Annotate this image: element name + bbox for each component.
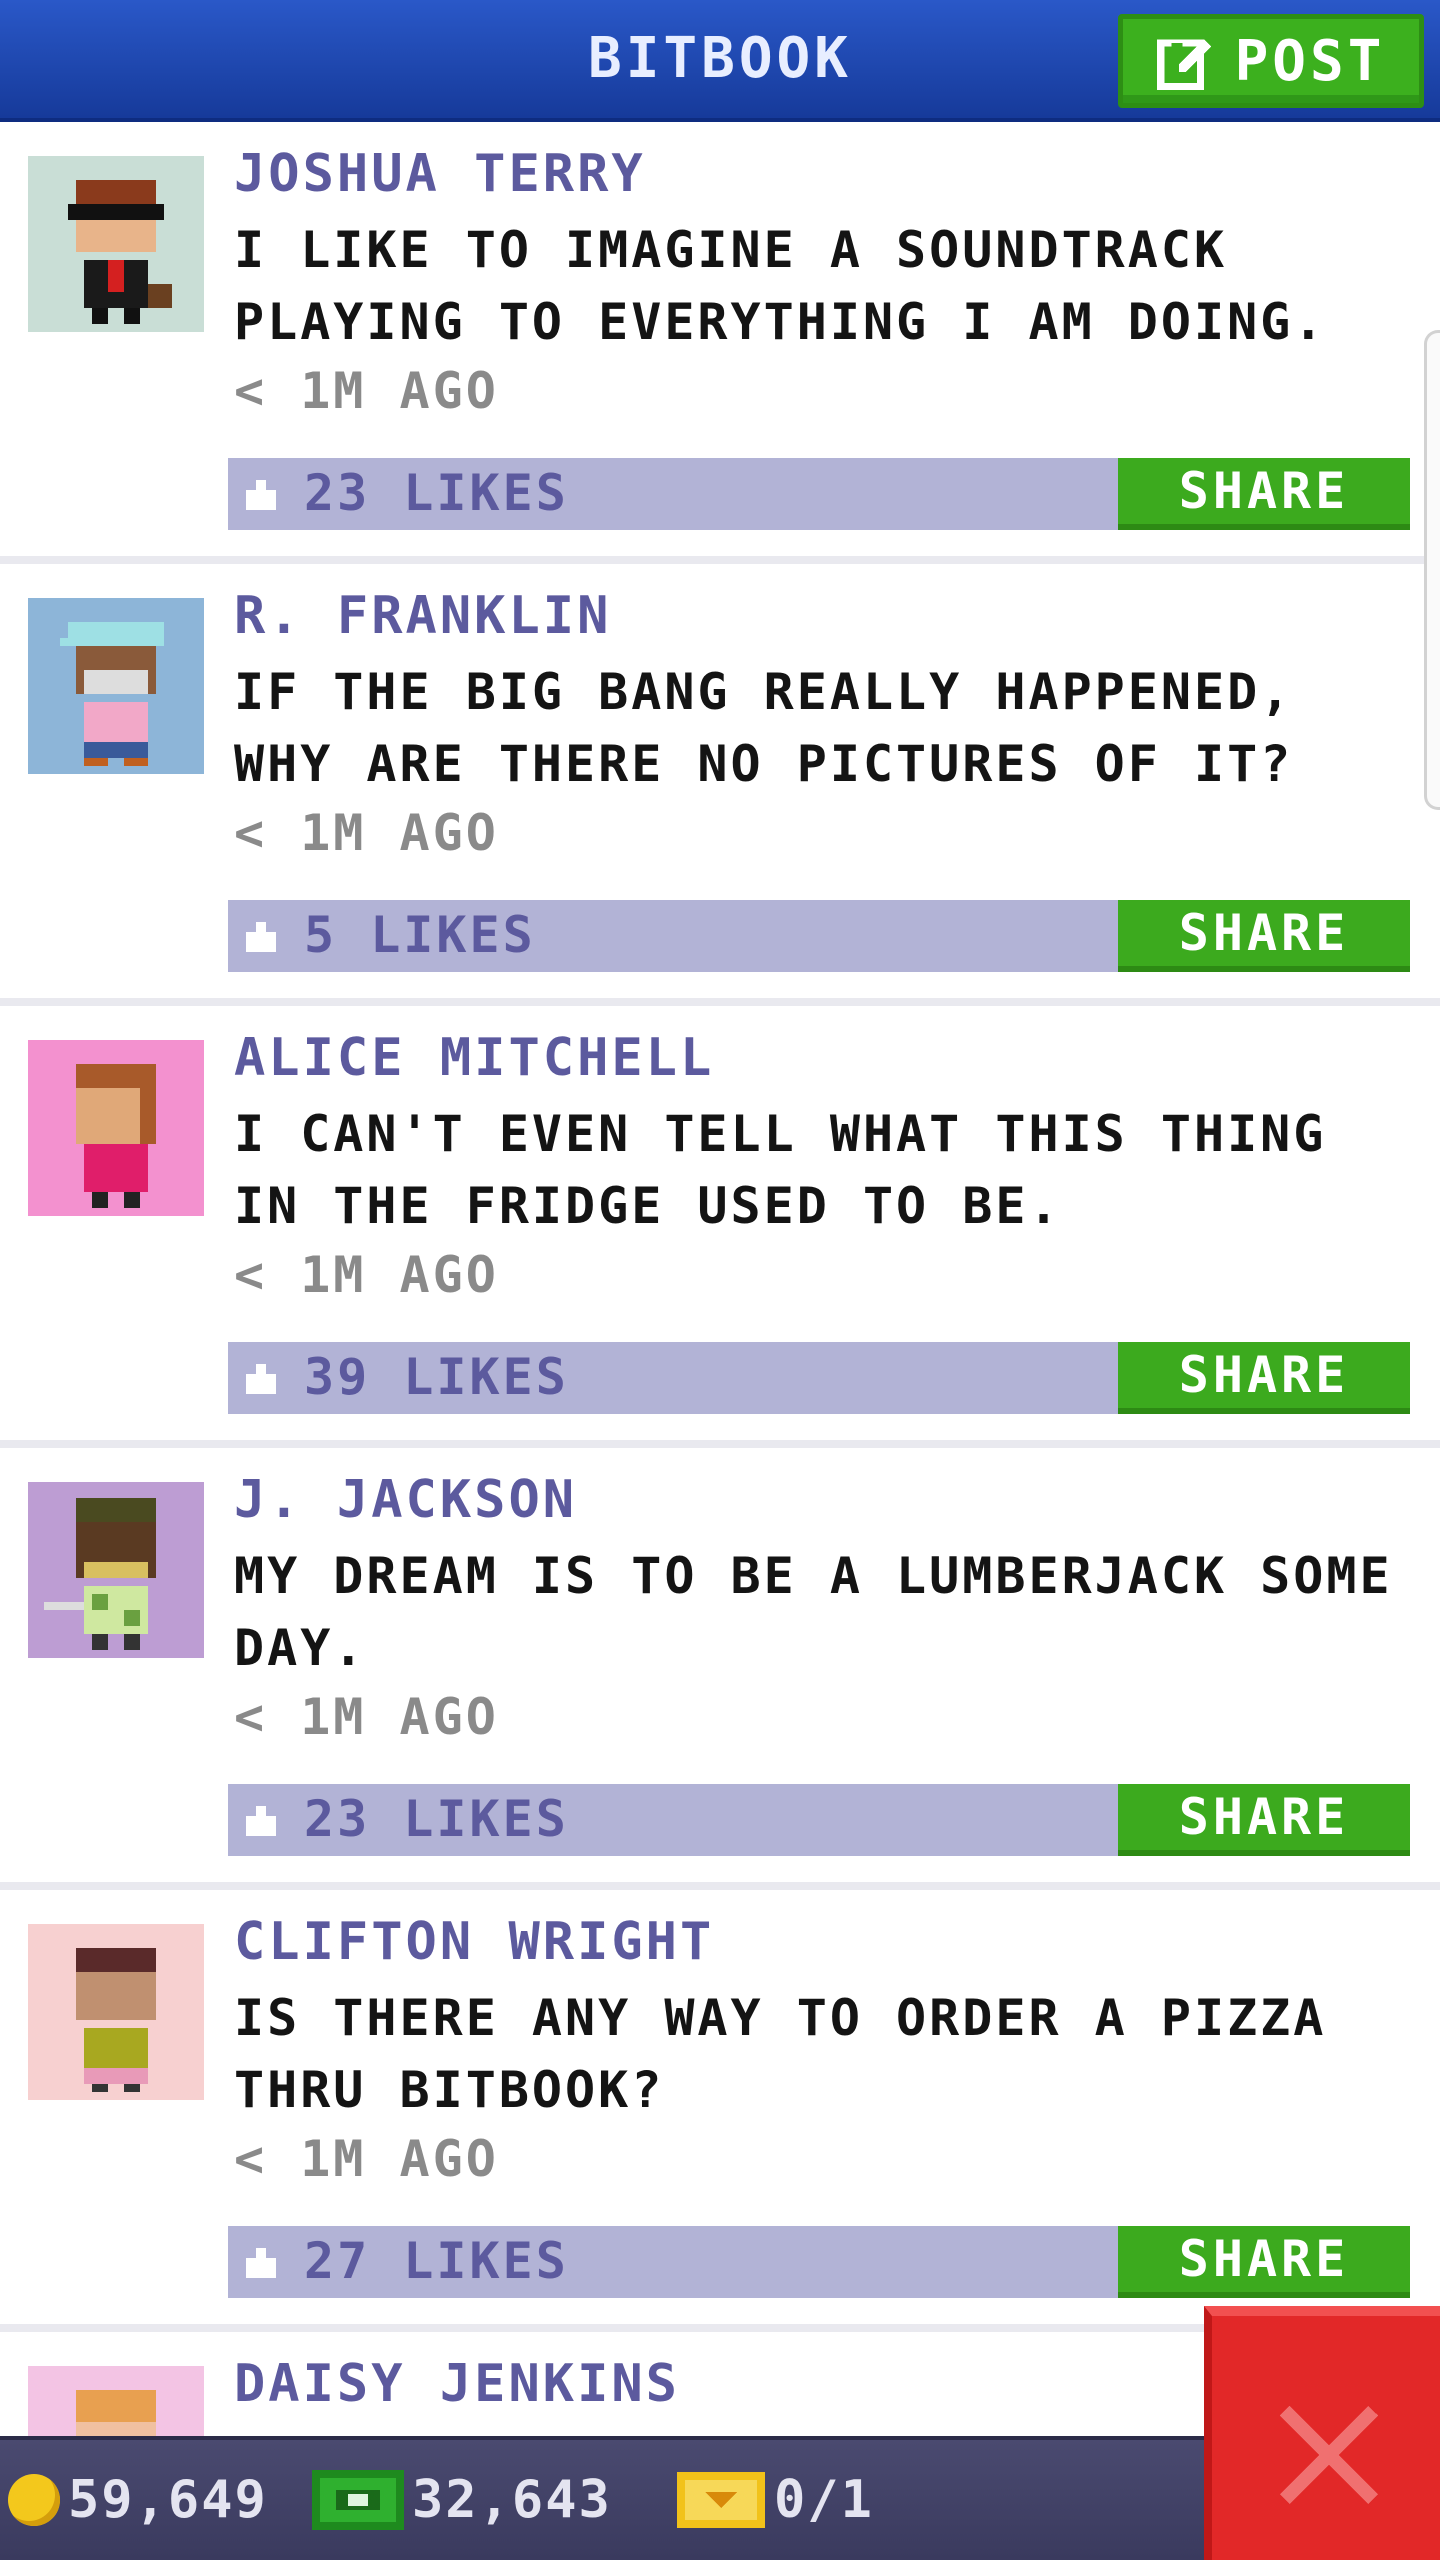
divider xyxy=(0,1440,1440,1448)
likes-count: 23 LIKES xyxy=(304,1790,569,1848)
coins-value: 59,649 xyxy=(68,2470,268,2530)
feed-post: JOSHUA TERRY I LIKE TO IMAGINE A SOUNDTR… xyxy=(0,122,1440,562)
post-author[interactable]: CLIFTON WRIGHT xyxy=(234,1912,714,1972)
post-author[interactable]: R. FRANKLIN xyxy=(234,586,611,646)
coins-stat: 59,649 xyxy=(8,2470,268,2530)
feed-post: ALICE MITCHELL I CAN'T EVEN TELL WHAT TH… xyxy=(0,1006,1440,1446)
avatar xyxy=(28,156,204,332)
avatar xyxy=(28,1924,204,2100)
cash-value: 32,643 xyxy=(412,2470,612,2530)
post-timestamp: < 1M AGO xyxy=(234,1246,499,1304)
post-timestamp: < 1M AGO xyxy=(234,804,499,862)
like-icon xyxy=(246,1364,276,1394)
post-timestamp: < 1M AGO xyxy=(234,362,499,420)
post-message: I CAN'T EVEN TELL WHAT THIS THING IN THE… xyxy=(234,1105,1327,1235)
post-timestamp: < 1M AGO xyxy=(234,2130,499,2188)
likes-count: 23 LIKES xyxy=(304,464,569,522)
tickets-value: 0/1 xyxy=(774,2470,874,2530)
post-message: MY DREAM IS TO BE A LUMBERJACK SOME DAY. xyxy=(234,1547,1393,1677)
ticket-icon xyxy=(677,2472,765,2528)
post-author[interactable]: ALICE MITCHELL xyxy=(234,1028,714,1088)
feed-post: CLIFTON WRIGHT IS THERE ANY WAY TO ORDER… xyxy=(0,1890,1440,2330)
divider xyxy=(0,1882,1440,1890)
feed-post: J. JACKSON MY DREAM IS TO BE A LUMBERJAC… xyxy=(0,1448,1440,1888)
like-icon xyxy=(246,2248,276,2278)
likes-count: 39 LIKES xyxy=(304,1348,569,1406)
share-button[interactable]: SHARE xyxy=(1118,900,1410,972)
share-button[interactable]: SHARE xyxy=(1118,1784,1410,1856)
post-author[interactable]: JOSHUA TERRY xyxy=(234,144,646,204)
post-button[interactable]: POST xyxy=(1118,14,1424,108)
post-author[interactable]: DAISY JENKINS xyxy=(234,2354,680,2414)
post-button-label: POST xyxy=(1234,28,1386,94)
post-author[interactable]: J. JACKSON xyxy=(234,1470,577,1530)
divider xyxy=(0,998,1440,1006)
share-button[interactable]: SHARE xyxy=(1118,1342,1410,1414)
edit-icon xyxy=(1156,39,1211,90)
like-icon xyxy=(246,922,276,952)
coin-icon xyxy=(8,2474,60,2526)
post-message: IS THERE ANY WAY TO ORDER A PIZZA THRU B… xyxy=(234,1989,1327,2119)
cash-icon xyxy=(312,2470,404,2530)
scrollbar[interactable] xyxy=(1424,330,1440,810)
feed-post: R. FRANKLIN IF THE BIG BANG REALLY HAPPE… xyxy=(0,564,1440,1004)
cash-stat: 32,643 xyxy=(312,2470,612,2530)
avatar xyxy=(28,598,204,774)
app-header: BITBOOK POST xyxy=(0,0,1440,122)
avatar xyxy=(28,1040,204,1216)
likes-count: 27 LIKES xyxy=(304,2232,569,2290)
post-timestamp: < 1M AGO xyxy=(234,1688,499,1746)
like-icon xyxy=(246,480,276,510)
tickets-stat: 0/1 xyxy=(676,2470,874,2530)
like-icon xyxy=(246,1806,276,1836)
close-button[interactable] xyxy=(1204,2306,1440,2560)
divider xyxy=(0,556,1440,564)
post-message: IF THE BIG BANG REALLY HAPPENED, WHY ARE… xyxy=(234,663,1294,793)
avatar xyxy=(28,1482,204,1658)
close-icon xyxy=(1279,2405,1379,2505)
likes-count: 5 LIKES xyxy=(304,906,536,964)
post-message: I LIKE TO IMAGINE A SOUNDTRACK PLAYING T… xyxy=(234,221,1327,351)
share-button[interactable]: SHARE xyxy=(1118,2226,1410,2298)
share-button[interactable]: SHARE xyxy=(1118,458,1410,530)
